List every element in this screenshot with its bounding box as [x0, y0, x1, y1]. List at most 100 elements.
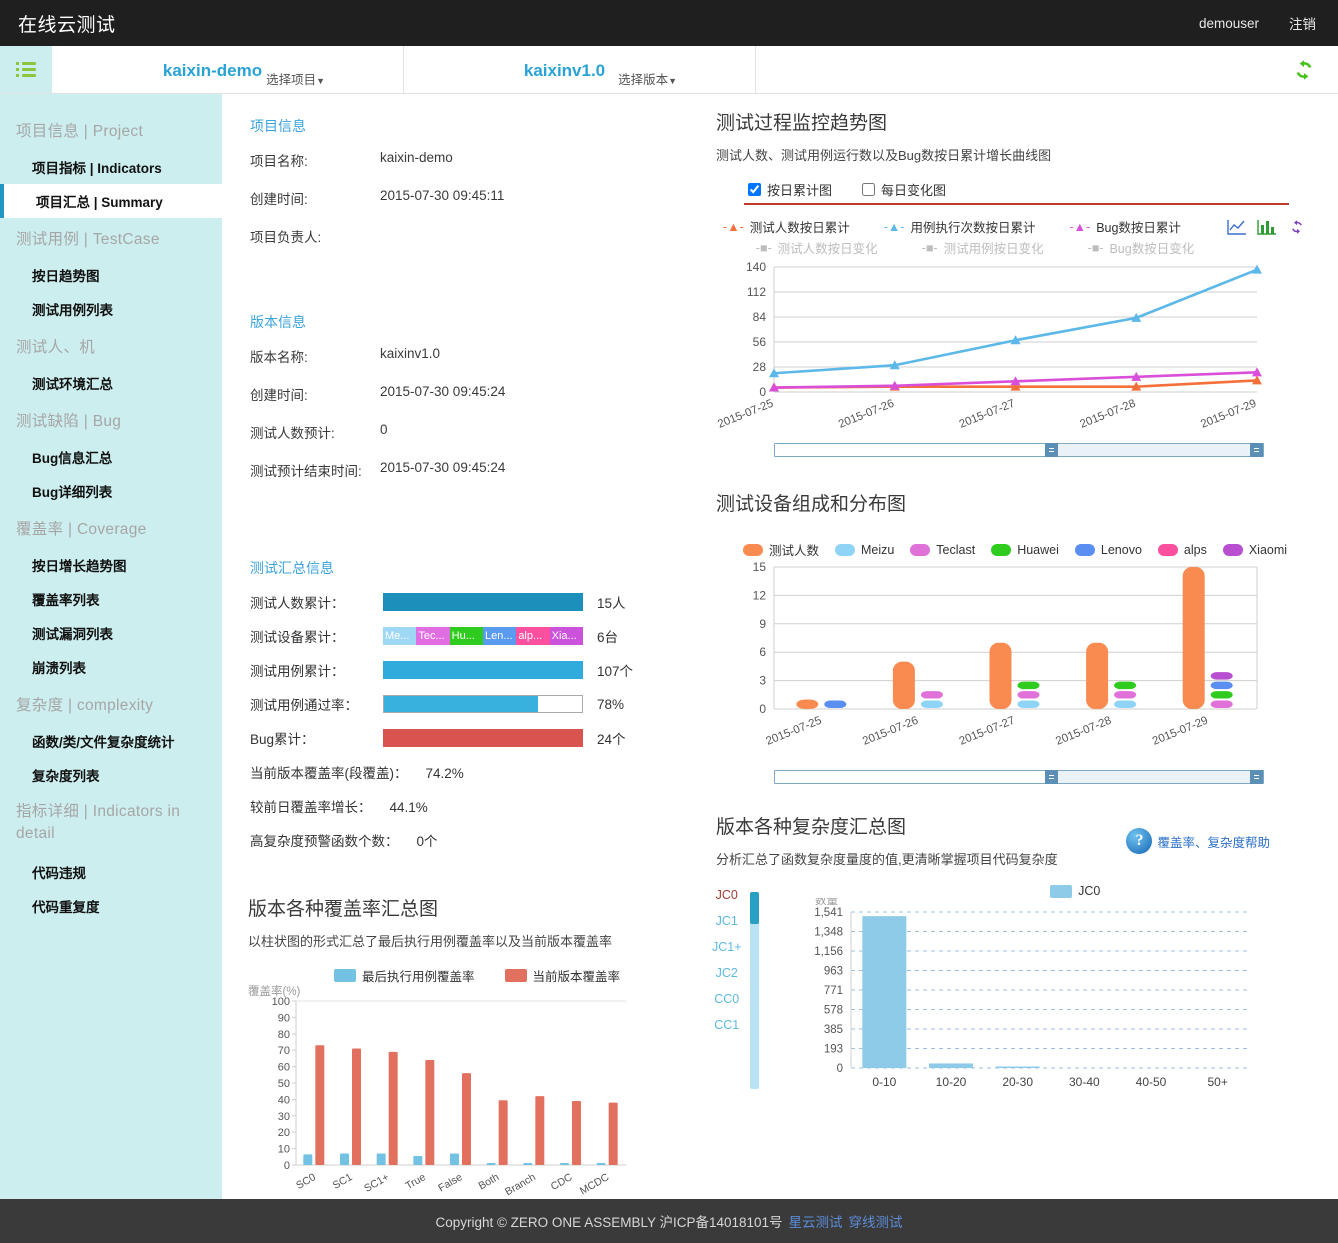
svg-text:0: 0 [836, 1063, 842, 1075]
legend-item[interactable]: Teclast [910, 543, 975, 557]
trend-chart-scrollbar[interactable] [774, 443, 1264, 457]
complexity-help-link[interactable]: 覆盖率、复杂度帮助 [1157, 832, 1270, 851]
svg-text:2015-07-29: 2015-07-29 [1151, 715, 1210, 748]
sidebar-item-coverage-list[interactable]: 覆盖率列表 [0, 582, 222, 616]
line-chart-icon[interactable] [1227, 218, 1247, 236]
sidebar-item-summary[interactable]: 项目汇总 | Summary [0, 184, 222, 218]
summary-bar-fill [383, 593, 583, 611]
sidebar-group-bug: 测试缺陷 | Bug [16, 413, 122, 430]
info-row: 项目负责人: [250, 226, 684, 246]
user-name[interactable]: demouser [1199, 16, 1259, 31]
legend-item[interactable]: 最后执行用例覆盖率 [334, 966, 475, 985]
logout-link[interactable]: 注销 [1289, 13, 1316, 33]
legend-item[interactable]: -▲- 用例执行次数按日累计 [884, 217, 1036, 236]
sidebar-item-complexity-list[interactable]: 复杂度列表 [0, 758, 222, 792]
sidebar-item-testcase-list[interactable]: 测试用例列表 [0, 292, 222, 326]
project-name: kaixin-demo [162, 60, 263, 80]
metric-jc1plus[interactable]: JC1+ [712, 940, 742, 954]
refresh-icon[interactable] [1292, 58, 1316, 82]
checkbox-cumulative-input[interactable] [748, 183, 761, 196]
sidebar-item-bug-detail[interactable]: Bug详细列表 [0, 474, 222, 508]
bar-chart-icon[interactable] [1257, 218, 1277, 236]
summary-bar-segment: Me... [383, 627, 417, 645]
version-info-title: 版本信息 [250, 314, 306, 330]
trend-chart-mode-toggles: 按日累计图 每日变化图 [744, 180, 1318, 199]
info-key: 项目负责人: [250, 230, 322, 245]
metric-cc0[interactable]: CC0 [714, 992, 739, 1006]
sidebar: 项目信息 | Project 项目指标 | Indicators 项目汇总 | … [0, 94, 222, 1199]
info-key: 项目名称: [250, 154, 308, 169]
checkbox-daily[interactable]: 每日变化图 [858, 180, 946, 199]
svg-text:SC1: SC1 [331, 1171, 355, 1192]
legend-item[interactable]: Xiaomi [1222, 543, 1287, 557]
complexity-metric-slider[interactable] [749, 892, 759, 1089]
info-key: 版本名称: [250, 350, 308, 365]
legend-item[interactable]: 当前版本覆盖率 [504, 966, 620, 985]
svg-text:100: 100 [272, 996, 290, 1008]
legend-item[interactable]: -▲- Bug数按日累计 [1069, 217, 1180, 236]
svg-text:0-10: 0-10 [872, 1075, 896, 1089]
project-selector-label: 选择项目▼ [266, 73, 325, 87]
footer-link-2[interactable]: 穿线测试 [849, 1211, 903, 1231]
legend-item[interactable]: -■- 测试人数按日变化 [756, 238, 878, 257]
summary-bar-row: 测试用例通过率： 78% [250, 694, 684, 714]
svg-text:963: 963 [823, 966, 842, 978]
metric-jc2[interactable]: JC2 [716, 966, 738, 980]
svg-text:2015-07-28: 2015-07-28 [1054, 715, 1113, 748]
legend-item[interactable]: -■- Bug数按日变化 [1088, 238, 1195, 257]
summary-bar-label: Bug累计： [250, 732, 315, 747]
svg-text:15: 15 [753, 560, 767, 574]
footer-link-1[interactable]: 星云测试 [789, 1211, 843, 1231]
sidebar-item-indicators[interactable]: 项目指标 | Indicators [0, 150, 222, 184]
legend-item[interactable]: -■- 测试用例按日变化 [922, 238, 1044, 257]
summary-bar-segment: alp... [516, 627, 550, 645]
legend-item[interactable]: Lenovo [1074, 543, 1142, 557]
svg-text:70: 70 [278, 1045, 290, 1057]
sidebar-item-env-summary[interactable]: 测试环境汇总 [0, 366, 222, 400]
checkbox-cumulative[interactable]: 按日累计图 [744, 180, 832, 199]
device-panel-title: 测试设备组成和分布图 [716, 494, 907, 515]
svg-text:30: 30 [278, 1111, 290, 1123]
checkbox-daily-input[interactable] [862, 183, 876, 196]
svg-text:6: 6 [759, 645, 766, 659]
refresh-icon[interactable] [1287, 218, 1307, 236]
info-row: 项目名称: kaixin-demo [250, 150, 684, 170]
info-row: 测试预计结束时间: 2015-07-30 09:45:24 [250, 460, 684, 480]
sidebar-item-crash-list[interactable]: 崩溃列表 [0, 650, 222, 684]
sidebar-item-coverage-trend[interactable]: 按日增长趋势图 [0, 548, 222, 582]
legend-item[interactable]: 测试人数 [742, 540, 819, 559]
version-selector[interactable]: kaixinv1.0 选择版本▼ [404, 46, 756, 93]
checkbox-cumulative-label: 按日累计图 [767, 183, 833, 198]
metric-jc0[interactable]: JC0 [716, 888, 738, 902]
sidebar-item-complexity-stats[interactable]: 函数/类/文件复杂度统计 [0, 724, 222, 758]
sidebar-item-code-duplication[interactable]: 代码重复度 [0, 889, 222, 923]
summary-bar-row: Bug累计： 24个 [250, 728, 684, 748]
summary-bar-label: 测试用例通过率： [250, 698, 358, 713]
coverage-panel-subtitle: 以柱状图的形式汇总了最后执行用例覆盖率以及当前版本覆盖率 [248, 934, 613, 949]
sidebar-item-code-violation[interactable]: 代码违规 [0, 855, 222, 889]
summary-bar-segment: Xia... [549, 627, 583, 645]
sidebar-item-leak-list[interactable]: 测试漏洞列表 [0, 616, 222, 650]
svg-text:80: 80 [278, 1029, 290, 1041]
device-chart-scrollbar[interactable] [774, 770, 1264, 784]
sidebar-group-project: 项目信息 | Project [16, 123, 144, 140]
svg-text:50+: 50+ [1207, 1075, 1227, 1089]
svg-text:10-20: 10-20 [935, 1075, 966, 1089]
info-row: 测试人数预计: 0 [250, 422, 684, 442]
project-selector[interactable]: kaixin-demo 选择项目▼ [52, 46, 404, 93]
legend-item[interactable]: JC0 [1050, 884, 1100, 898]
legend-item[interactable]: alps [1157, 543, 1207, 557]
legend-item[interactable]: -▲- 测试人数按日累计 [723, 217, 850, 236]
info-key: 创建时间: [250, 192, 308, 207]
svg-text:385: 385 [823, 1024, 842, 1036]
complexity-help[interactable]: ? 覆盖率、复杂度帮助 [1126, 828, 1270, 854]
svg-text:84: 84 [753, 310, 767, 324]
legend-item[interactable]: Huawei [991, 543, 1059, 557]
legend-item[interactable]: Meizu [834, 543, 894, 557]
sidebar-item-daily-trend[interactable]: 按日趋势图 [0, 258, 222, 292]
metric-jc1[interactable]: JC1 [716, 914, 738, 928]
sidebar-group-indicators-detail: 指标详细 | Indicators in detail [16, 803, 181, 843]
summary-text-value: 74.2% [425, 766, 464, 781]
sidebar-item-bug-summary[interactable]: Bug信息汇总 [0, 440, 222, 474]
metric-cc1[interactable]: CC1 [714, 1018, 739, 1032]
